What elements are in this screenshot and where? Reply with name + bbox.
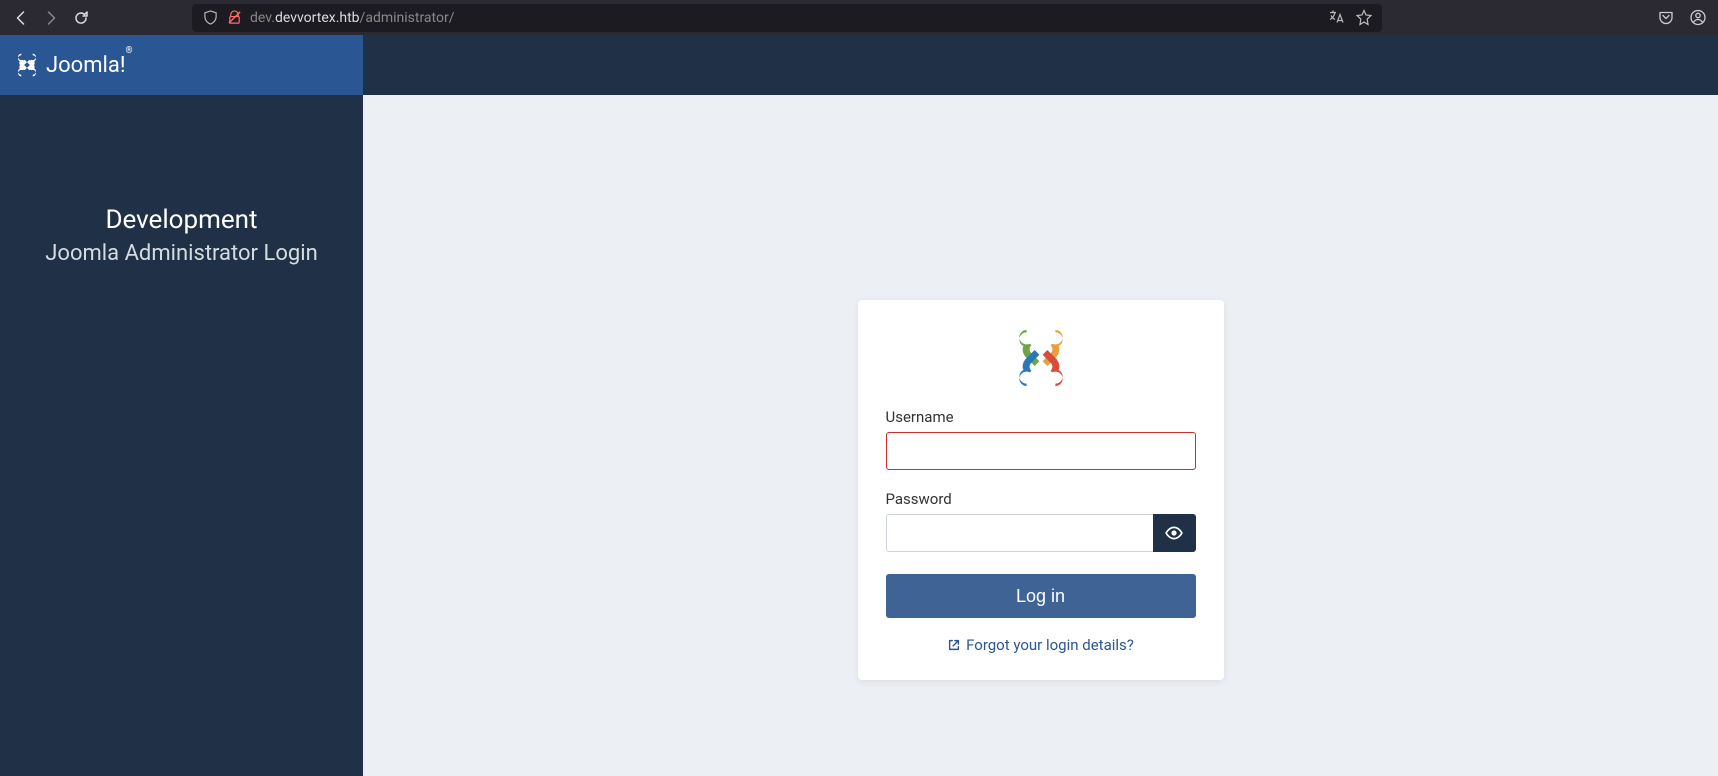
forward-button[interactable]	[42, 9, 60, 27]
login-card: Username Password	[858, 300, 1224, 680]
eye-icon	[1165, 524, 1183, 542]
forgot-login-text: Forgot your login details?	[966, 636, 1134, 654]
joomla-logo-icon	[14, 52, 40, 78]
page-subtitle: Joomla Administrator Login	[0, 241, 363, 266]
site-title: Development	[0, 205, 363, 235]
login-button[interactable]: Log in	[886, 574, 1196, 618]
joomla-logo-text: Joomla!®	[46, 53, 133, 78]
joomla-symbol-icon	[886, 326, 1196, 390]
bookmark-star-icon[interactable]	[1356, 10, 1372, 26]
sidebar: Joomla!® Development Joomla Administrato…	[0, 35, 363, 776]
lock-insecure-icon	[226, 10, 242, 26]
password-group: Password	[886, 490, 1196, 552]
account-icon[interactable]	[1690, 10, 1706, 26]
forgot-login-link[interactable]: Forgot your login details?	[886, 636, 1196, 654]
reload-button[interactable]	[72, 9, 90, 27]
pocket-icon[interactable]	[1658, 10, 1674, 26]
username-label: Username	[886, 408, 1196, 426]
main-area: Username Password	[363, 35, 1718, 776]
password-label: Password	[886, 490, 1196, 508]
browser-toolbar: dev.devvortex.htb/administrator/	[0, 0, 1718, 35]
external-link-icon	[947, 638, 961, 652]
translate-icon[interactable]	[1328, 10, 1344, 26]
username-input[interactable]	[886, 432, 1196, 470]
topbar	[363, 35, 1718, 95]
content-area: Username Password	[363, 95, 1718, 776]
url-text: dev.devvortex.htb/administrator/	[250, 10, 455, 26]
joomla-logo: Joomla!®	[14, 52, 133, 78]
app-container: Joomla!® Development Joomla Administrato…	[0, 35, 1718, 776]
shield-icon	[202, 10, 218, 26]
username-group: Username	[886, 408, 1196, 470]
logo-bar: Joomla!®	[0, 35, 363, 95]
address-bar[interactable]: dev.devvortex.htb/administrator/	[192, 4, 1382, 32]
show-password-button[interactable]	[1153, 514, 1196, 552]
password-input[interactable]	[886, 514, 1153, 552]
back-button[interactable]	[12, 9, 30, 27]
sidebar-titles: Development Joomla Administrator Login	[0, 95, 363, 266]
